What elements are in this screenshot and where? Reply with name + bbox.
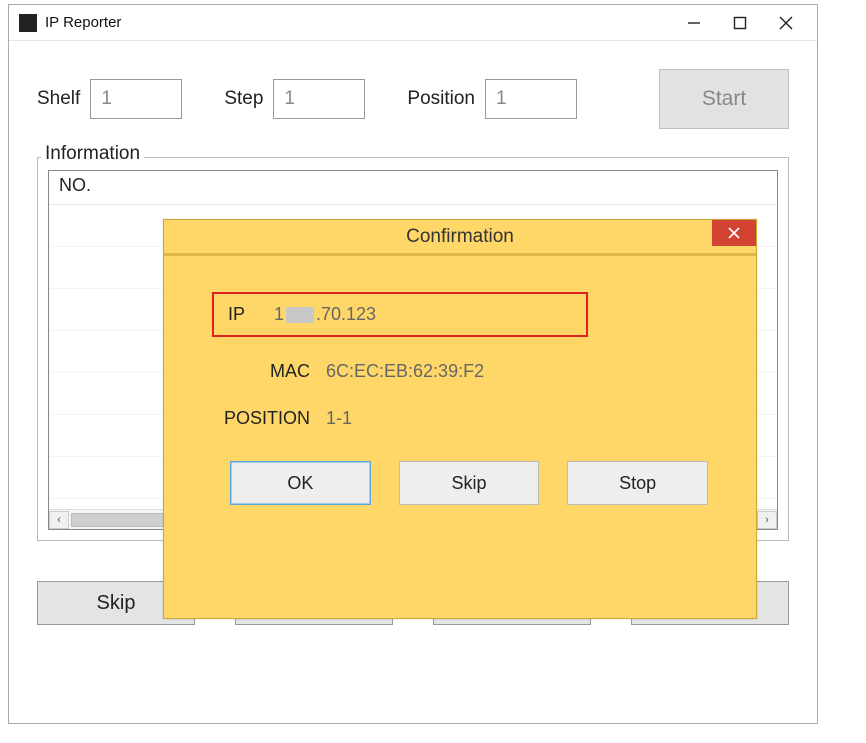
list-header: NO.	[49, 171, 777, 205]
position-label: Position	[407, 88, 475, 110]
dialog-skip-button[interactable]: Skip	[399, 461, 540, 505]
start-button[interactable]: Start	[659, 69, 789, 129]
mac-label: MAC	[212, 361, 310, 382]
step-input[interactable]	[273, 79, 365, 119]
dialog-title: Confirmation	[406, 226, 514, 248]
ip-redacted-segment	[286, 307, 314, 323]
step-label: Step	[224, 88, 263, 110]
maximize-button[interactable]	[717, 7, 763, 39]
information-legend: Information	[41, 143, 144, 165]
position-label-modal: POSITION	[212, 408, 310, 429]
maximize-icon	[733, 16, 747, 30]
scroll-thumb[interactable]	[71, 513, 171, 527]
shelf-label: Shelf	[37, 88, 80, 110]
column-no[interactable]: NO.	[49, 171, 149, 204]
client-area: Shelf Step Position Start Information NO…	[9, 41, 817, 723]
minimize-button[interactable]	[671, 7, 717, 39]
close-icon	[779, 16, 793, 30]
input-row: Shelf Step Position Start	[37, 69, 789, 129]
scroll-left-arrow[interactable]: ‹	[49, 511, 69, 529]
ok-button[interactable]: OK	[230, 461, 371, 505]
scroll-right-arrow[interactable]: ›	[757, 511, 777, 529]
dialog-button-row: OK Skip Stop	[212, 461, 708, 505]
mac-value: 6C:EC:EB:62:39:F2	[326, 361, 484, 382]
shelf-input[interactable]	[90, 79, 182, 119]
position-value-modal: 1-1	[326, 408, 352, 429]
close-icon	[728, 227, 740, 239]
app-icon	[19, 14, 37, 32]
ip-prefix: 1	[274, 304, 284, 324]
confirmation-dialog: Confirmation IP 1 .70.123 MAC 6C:EC:EB:62…	[163, 219, 757, 619]
dialog-titlebar[interactable]: Confirmation	[164, 220, 756, 256]
ip-label: IP	[228, 304, 260, 325]
dialog-body: IP 1 .70.123 MAC 6C:EC:EB:62:39:F2 POSITI…	[164, 256, 756, 525]
ip-suffix: .70.123	[316, 304, 376, 324]
position-input[interactable]	[485, 79, 577, 119]
ip-value: 1 .70.123	[274, 304, 376, 325]
dialog-stop-button[interactable]: Stop	[567, 461, 708, 505]
dialog-close-button[interactable]	[712, 220, 756, 246]
window-title: IP Reporter	[45, 14, 121, 31]
ip-highlight-box: IP 1 .70.123	[212, 292, 588, 337]
minimize-icon	[687, 16, 701, 30]
titlebar: IP Reporter	[9, 5, 817, 41]
close-button[interactable]	[763, 7, 809, 39]
main-window: IP Reporter Shelf Step Position Start In…	[8, 4, 818, 724]
